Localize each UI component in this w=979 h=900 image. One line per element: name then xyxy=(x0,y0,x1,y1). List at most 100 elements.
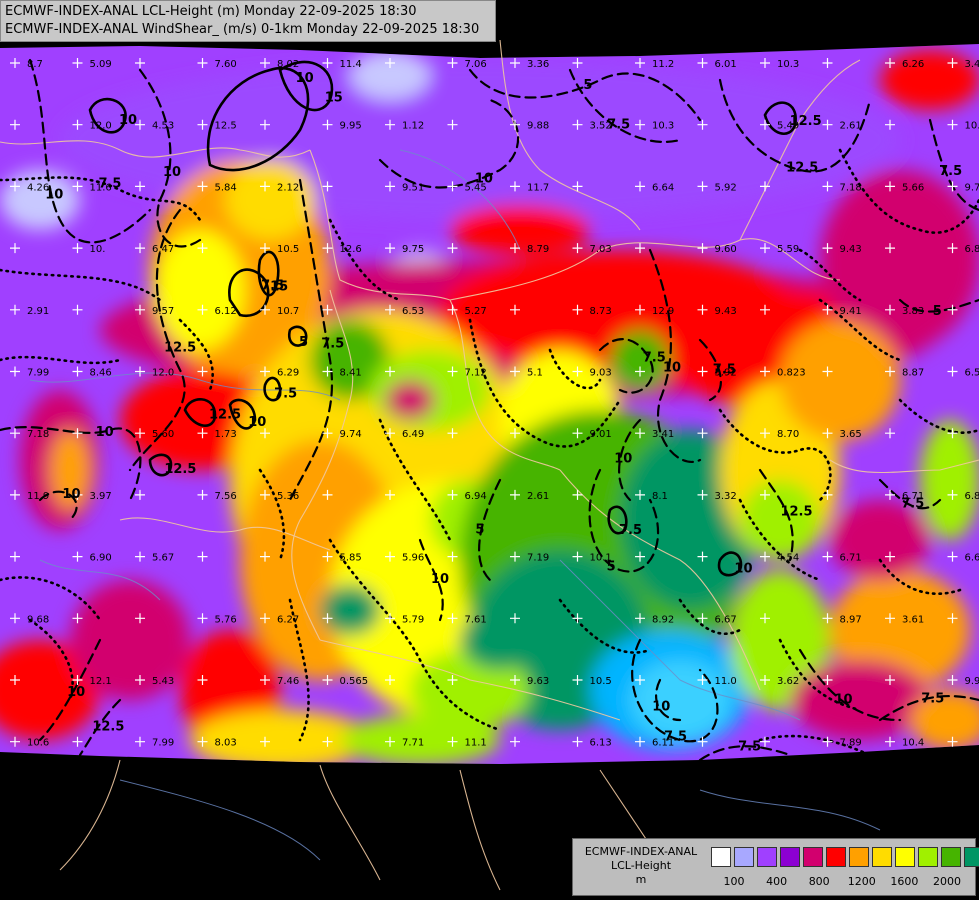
station-value: 3.97 xyxy=(90,491,112,502)
station-value: 7.61 xyxy=(465,614,487,625)
title-line-wind-shear: ECMWF-INDEX-ANAL WindShear_ (m/s) 0-1km … xyxy=(5,22,480,37)
contour-label: 10 xyxy=(652,699,670,714)
legend-swatch xyxy=(711,847,731,867)
contour-label: 12.5 xyxy=(209,408,241,423)
station-value: 5.66 xyxy=(902,182,924,193)
contour-label: 15 xyxy=(270,279,288,294)
contour-label: 10 xyxy=(734,562,752,577)
station-value: 10.4 xyxy=(902,738,924,749)
station-value: 7.71 xyxy=(402,738,424,749)
station-value: 11.1 xyxy=(465,738,487,749)
station-value: 12.9 xyxy=(652,306,674,317)
station-value: 9.75 xyxy=(402,244,424,255)
station-value: 9.43 xyxy=(715,306,737,317)
station-value: 2.91 xyxy=(27,306,49,317)
contour-label: 12.5 xyxy=(92,719,124,734)
station-value: 8.1 xyxy=(652,491,668,502)
station-value: 9.60 xyxy=(715,244,737,255)
station-value: 12.0 xyxy=(152,368,174,379)
contour-label: 5 xyxy=(475,523,484,538)
station-value: 2.61 xyxy=(840,121,862,132)
station-value: 3.61 xyxy=(902,614,924,625)
station-value: 8.02 xyxy=(277,59,299,70)
station-value: 8.92 xyxy=(652,614,674,625)
legend-swatch xyxy=(803,847,823,867)
legend-swatch xyxy=(964,847,979,867)
station-value: 9.41 xyxy=(840,306,862,317)
station-value: 9.57 xyxy=(152,306,174,317)
station-value: 10.6 xyxy=(965,121,979,132)
station-value: 3.41 xyxy=(965,59,979,70)
legend-title: ECMWF-INDEX-ANAL LCL-Height m xyxy=(577,845,705,887)
station-value: 5.84 xyxy=(215,182,237,193)
legend-title-unit: m xyxy=(635,873,647,886)
contour-label: 10 xyxy=(62,487,80,502)
station-value: 10.5 xyxy=(590,676,612,687)
station-value: 8.79 xyxy=(527,244,549,255)
station-value: 7.99 xyxy=(152,738,174,749)
contour-label: 7.5 xyxy=(921,691,944,706)
station-value: 9.43 xyxy=(840,244,862,255)
station-value: 5.79 xyxy=(402,614,424,625)
contour-label: 12.5 xyxy=(790,114,822,129)
station-value: 12.0 xyxy=(90,121,112,132)
station-value: 6.71 xyxy=(840,553,862,564)
station-value: 7.18 xyxy=(840,182,862,193)
station-value: 10.7 xyxy=(277,306,299,317)
contour-label: 10 xyxy=(45,187,63,202)
contour-label: 10 xyxy=(119,113,137,128)
contour-label: 7.5 xyxy=(619,523,642,538)
station-value: 9.95 xyxy=(340,121,362,132)
station-value: 3.36 xyxy=(527,59,549,70)
legend-swatch xyxy=(941,847,961,867)
station-value: 6.01 xyxy=(715,59,737,70)
station-value: 5.43 xyxy=(152,676,174,687)
station-value: 3.62 xyxy=(777,676,799,687)
station-value: 6.26 xyxy=(902,59,924,70)
station-value: 5.59 xyxy=(777,244,799,255)
legend-swatch xyxy=(849,847,869,867)
station-value: 11.0 xyxy=(715,676,737,687)
station-value: 7.12 xyxy=(465,368,487,379)
contour-label: 7.5 xyxy=(321,336,344,351)
station-value: 3.83 xyxy=(902,306,924,317)
contour-label: 12.5 xyxy=(780,505,812,520)
station-value: 9.94 xyxy=(965,676,979,687)
legend-swatch xyxy=(780,847,800,867)
legend-title-model: ECMWF-INDEX-ANAL xyxy=(584,845,698,858)
station-value: 3.32 xyxy=(715,491,737,502)
legend-title-variable: LCL-Height xyxy=(610,859,672,872)
station-value: 2.61 xyxy=(527,491,549,502)
station-value: 5.1 xyxy=(527,368,543,379)
legend-swatch xyxy=(734,847,754,867)
contour-label: 10 xyxy=(67,685,85,700)
station-value: 2.12 xyxy=(277,182,299,193)
station-value: 7.89 xyxy=(840,738,862,749)
station-value: 6.53 xyxy=(402,306,424,317)
station-value: 5.85 xyxy=(340,553,362,564)
station-value: 7.19 xyxy=(527,553,549,564)
station-value: 7.99 xyxy=(27,368,49,379)
contour-label: 7.5 xyxy=(607,118,630,133)
station-value: 6.29 xyxy=(277,368,299,379)
station-value: 8.46 xyxy=(90,368,112,379)
station-value: 5.09 xyxy=(90,59,112,70)
station-value: 8.70 xyxy=(777,429,799,440)
station-value: 8.87 xyxy=(902,368,924,379)
station-value: 6.27 xyxy=(277,614,299,625)
station-value: 10.3 xyxy=(652,121,674,132)
station-value: 12.5 xyxy=(215,121,237,132)
legend-tick-label: 2000 xyxy=(933,875,961,888)
station-value: 9.03 xyxy=(590,368,612,379)
contour-label: 10 xyxy=(296,71,314,86)
contour-label: 7.5 xyxy=(274,387,297,402)
contour-label: 10 xyxy=(248,415,266,430)
contour-label: 10 xyxy=(96,425,114,440)
station-value: 5.96 xyxy=(402,553,424,564)
station-value: 10. xyxy=(90,244,106,255)
station-value: 9.01 xyxy=(590,429,612,440)
legend-swatch xyxy=(895,847,915,867)
station-value: 3.41 xyxy=(652,429,674,440)
contour-label: 5 xyxy=(933,304,942,319)
contour-label: 7.5 xyxy=(901,496,924,511)
